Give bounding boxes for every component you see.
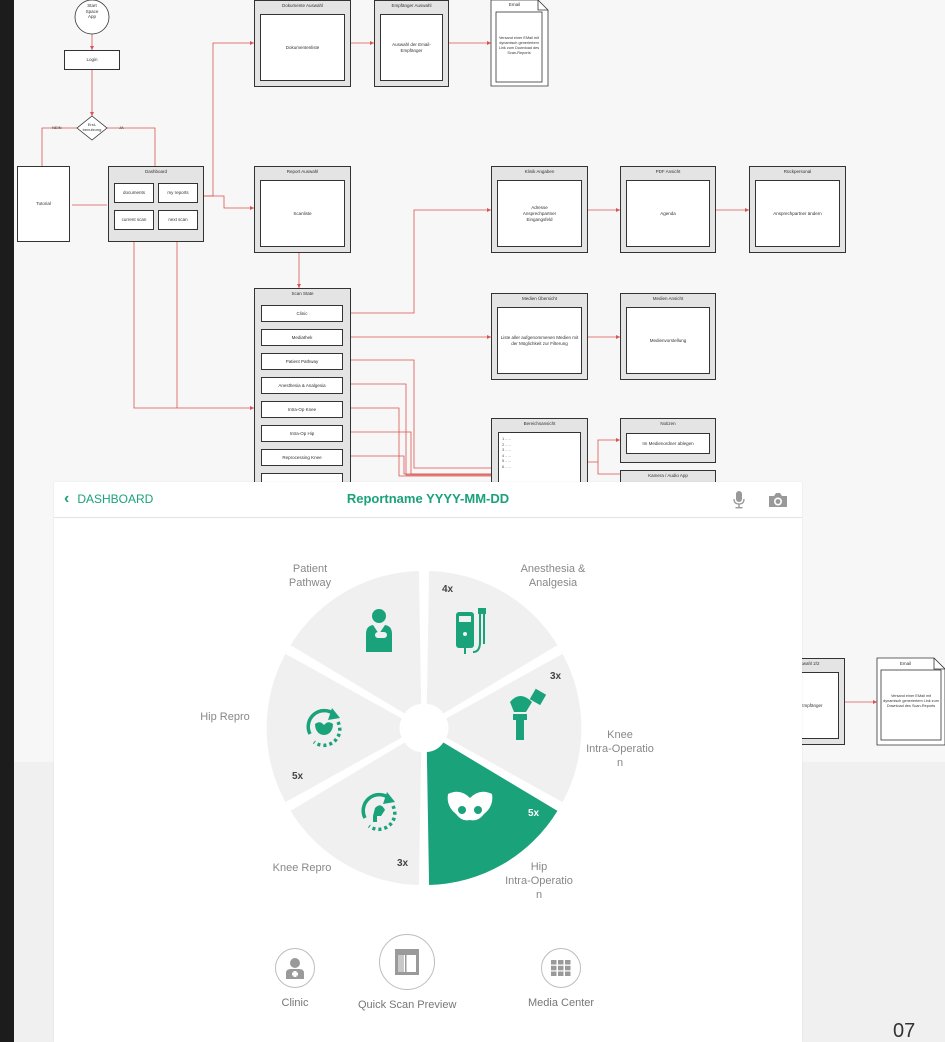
segment-label-anesthesia[interactable]: Anesthesia & Analgesia [498,562,608,590]
node-title: Kamera / Audio App [648,473,688,478]
contact-person-node: Rückpersonal Ansprechpartner ändern [749,166,846,253]
dashboard-node: Dashboard documents my reports current s… [108,166,204,242]
node-title: Klinik Angaben [524,169,555,174]
clinic-button-circle [275,948,315,988]
list-item: 6 - ... [502,463,512,469]
email-bottom-body: Versand einer EMail mit dynamisch generi… [883,694,939,708]
count-badge: 4x [442,584,454,595]
node-title: Dokumente Auswahl [281,3,324,8]
notes-overview-list: 1 - ... 2 - ... 3 - ... 4 - ... 5 - ... … [498,432,581,488]
segment-label-hip-intra-op[interactable]: Hip Intra-Operatio n [494,860,584,902]
email-top-body: Versand einer EMail mit dynamisch generi… [498,36,540,55]
scan-state-item: Mediathek [261,329,343,346]
dashboard-title: Dashboard [144,169,167,174]
media-overview-node: Medien Übersicht Liste aller aufgenommen… [491,293,588,380]
media-view-node: Medien Ansicht Medienvorstellung [620,293,716,380]
clinic-button[interactable]: Clinic [275,948,315,1009]
count-badge: 5x [292,771,304,782]
decision-node: Erst- benutzung [82,122,102,132]
node-body: Dokumentenliste [260,14,345,81]
edge-no-label: NEIN [52,125,62,130]
login-node: Login [64,50,120,70]
node-body: Liste aller aufgenommenen Medien mit der… [497,307,582,374]
quick-scan-preview-circle [379,934,436,990]
notes-overview-node: Bereichsansicht 1 - ... 2 - ... 3 - ... … [491,418,588,488]
refresh-icon [406,710,442,746]
scan-state-item: Reprocessing Knee [261,449,343,466]
node-title: Report Auswahl [286,169,319,174]
clinic-info-node: Klinik Angaben Adresse Ansprechpartner E… [491,166,588,253]
recipient-select-node: Empfänger Auswahl Auswahl der Email-Empf… [374,0,449,87]
quick-scan-preview-label: Quick Scan Preview [358,999,457,1011]
count-badge: 3x [397,858,409,869]
notes-node: Notizen Im Medienordner ablegen [620,418,716,463]
presentation-page: Start Space App Login Erst- benutzung NE… [0,0,945,1042]
node-title: Scan State [291,291,314,296]
report-preview-icon [395,949,420,975]
node-title: Empfänger Auswahl [391,3,432,8]
dashboard-current-scan: current scan [114,210,154,230]
media-center-button[interactable]: Media Center [528,948,594,1009]
clinic-label: Clinic [281,997,309,1009]
segment-label-hip-repro[interactable]: Hip Repro [190,710,260,724]
media-center-label: Media Center [528,997,595,1009]
scan-state-item: Intra-Op Hip [261,425,343,442]
dashboard-documents: documents [114,183,154,203]
start-node: Start Space App [85,3,99,19]
segment-label-knee-intra-op[interactable]: Knee Intra-Operatio n [570,728,670,770]
node-title: Notizen [660,421,676,426]
app-screen: ‹ DASHBOARD Reportname YYYY-MM-DD Patien… [54,482,802,1042]
node-body: Scanliste [260,180,345,247]
node-title: Medien Ansicht [652,296,684,301]
node-body: Medienvorstellung [626,307,710,374]
scan-state-item: Clinic [261,305,343,322]
scan-state-node: Scan State Clinic Mediathek Patient Path… [254,288,351,490]
segment-label-patient-pathway[interactable]: Patient Pathway [270,562,350,590]
node-title: Bereichsansicht [523,421,556,426]
node-title: PDF Ansicht [655,169,681,174]
count-badge: 5x [528,808,540,819]
tutorial-node: Tutorial [17,166,70,242]
node-body: Adresse Ansprechpartner Eingangsfeld [497,180,582,247]
scan-state-item: Anesthesia & Analgesia [261,377,343,394]
documents-select-node: Dokumente Auswahl Dokumentenliste [254,0,351,87]
pdf-view-node: PDF Ansicht Agenda [620,166,716,253]
edge-yes-label: JA [119,125,124,130]
node-body: Ansprechpartner ändern [755,180,840,247]
count-badge: 3x [550,671,562,682]
dashboard-my-reports: my reports [158,183,198,203]
dashboard-next-scan: next scan [158,210,198,230]
quick-scan-preview-button[interactable]: Quick Scan Preview [358,934,456,1011]
doctor-icon [286,958,304,979]
scan-state-item: Patient Pathway [261,353,343,370]
node-title: Medien Übersicht [521,296,557,301]
node-body: Im Medienordner ablegen [626,433,710,454]
email-top-title: Email [508,2,521,7]
media-center-circle [541,948,582,988]
node-body: Auswahl der Email-Empfänger [380,14,443,81]
left-border [0,0,14,1042]
media-grid-icon [551,960,571,976]
page-number: 07 [893,1020,916,1042]
segment-label-knee-repro[interactable]: Knee Repro [257,861,347,875]
wheel-segments [266,570,582,886]
scan-state-item: Intra-Op Knee [261,401,343,418]
node-title: Rückpersonal [783,169,812,174]
email-bottom-title: Email [899,661,912,666]
node-body: Agenda [626,180,710,247]
report-select-node: Report Auswahl Scanliste [254,166,351,253]
